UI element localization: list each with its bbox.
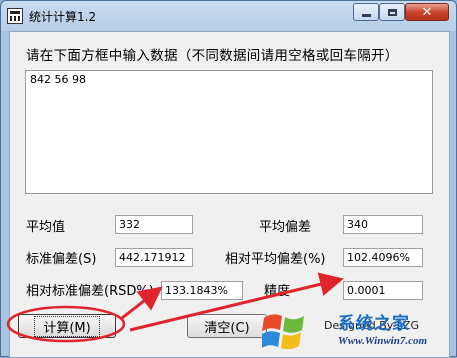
maximize-icon: [387, 8, 397, 16]
maximize-button[interactable]: [379, 3, 405, 21]
std-deviation-label: 标准偏差(S): [26, 252, 97, 267]
mean-field[interactable]: [115, 215, 193, 234]
mean-deviation-label: 平均偏差: [259, 220, 312, 235]
relative-std-deviation-label: 相对标准偏差(RSD%): [26, 284, 154, 299]
relative-mean-deviation-field[interactable]: [343, 248, 423, 267]
instruction-text: 请在下面方框中输入数据（不同数据间请用空格或回车隔开）: [26, 48, 399, 64]
calculate-button-label: 计算(M): [34, 315, 100, 337]
watermark-url: Www.Winwin7.com: [338, 335, 428, 347]
clear-button[interactable]: 清空(C): [187, 314, 267, 338]
data-input-area[interactable]: 842 56 98: [25, 70, 433, 194]
precision-field[interactable]: [343, 281, 423, 300]
relative-std-deviation-field[interactable]: [161, 281, 243, 300]
app-window: 统计计算1.2 ✕ 请在下面方框中输入数据（不同数据间请用空格或回车隔开） 84…: [0, 0, 457, 358]
close-button[interactable]: ✕: [405, 3, 449, 21]
minimize-icon: [361, 13, 371, 17]
mean-label: 平均值: [26, 220, 66, 235]
close-icon: ✕: [421, 4, 433, 20]
windows-logo-watermark: [262, 310, 306, 355]
precision-label: 精度: [264, 284, 291, 299]
calculate-button[interactable]: 计算(M): [18, 314, 116, 338]
title-bar[interactable]: 统计计算1.2 ✕: [1, 1, 456, 31]
watermark-site-name: 系统之家: [338, 314, 410, 334]
calculator-icon: [7, 8, 23, 24]
relative-mean-deviation-label: 相对平均偏差(%): [225, 252, 326, 267]
window-title: 统计计算1.2: [29, 10, 97, 24]
mean-deviation-field[interactable]: [343, 215, 423, 234]
minimize-button[interactable]: [353, 3, 379, 21]
std-deviation-field[interactable]: [115, 248, 193, 267]
